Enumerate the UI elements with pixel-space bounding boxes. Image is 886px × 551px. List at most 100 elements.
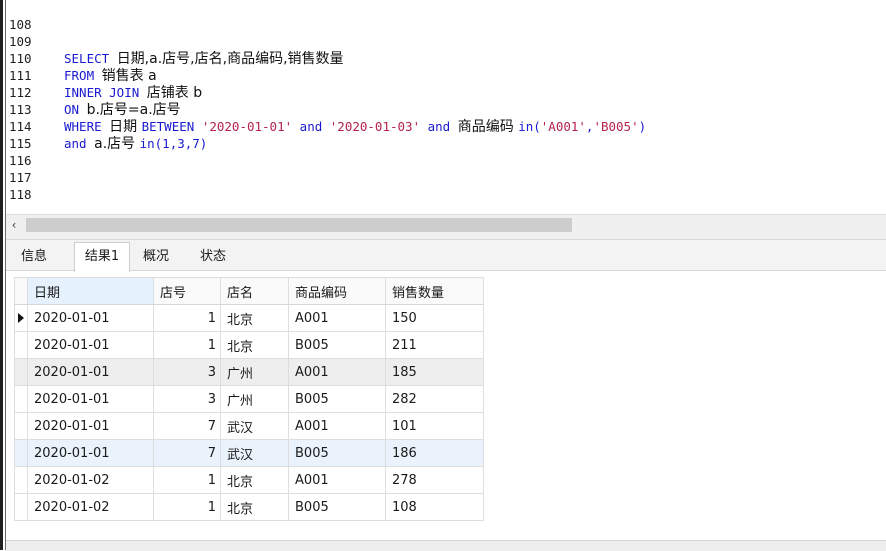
editor-line: 116 — [6, 135, 36, 168]
keyword: and — [64, 136, 95, 151]
table-row[interactable]: 2020-01-02 1 北京 B005 108 — [14, 493, 484, 521]
column-header-sales-qty[interactable]: 销售数量 — [385, 277, 484, 305]
sql-editor[interactable]: 108 109 SELECT 日期,a.店号,店名,商品编码,销售数量 110 … — [6, 0, 886, 214]
result-grid: 日期 店号 店名 商品编码 销售数量 2020-01-01 1 北京 A001 … — [14, 277, 484, 521]
keyword: INNER JOIN — [64, 85, 147, 100]
cell-date[interactable]: 2020-01-01 — [27, 439, 154, 467]
cell-store-name[interactable]: 武汉 — [220, 412, 289, 440]
code-text: INNER JOIN 店铺表 b — [64, 84, 202, 102]
keyword: and — [299, 119, 330, 134]
string-literal: '2020-01-03' — [329, 119, 428, 134]
cell-sales-qty[interactable]: 211 — [385, 331, 484, 359]
cell-sales-qty[interactable]: 186 — [385, 439, 484, 467]
keyword: BETWEEN — [141, 119, 202, 134]
editor-line: 117 — [6, 152, 36, 185]
table-row[interactable]: 2020-01-01 7 武汉 A001 101 — [14, 412, 484, 440]
cell-store-name[interactable]: 武汉 — [220, 439, 289, 467]
row-indicator — [14, 439, 28, 467]
cell-sales-qty[interactable]: 108 — [385, 493, 484, 521]
cell-store-no[interactable]: 1 — [153, 331, 221, 359]
cell-date[interactable]: 2020-01-02 — [27, 493, 154, 521]
current-row-arrow-icon — [18, 313, 24, 323]
editor-line: 114 and a.店号 in(1,3,7) — [6, 101, 207, 152]
cell-date[interactable]: 2020-01-02 — [27, 466, 154, 494]
editor-line: 115 — [6, 118, 36, 151]
column-header-date[interactable]: 日期 — [27, 277, 154, 305]
table-row[interactable]: 2020-01-01 1 北京 A001 150 — [14, 304, 484, 332]
code-text: and a.店号 in(1,3,7) — [64, 135, 207, 153]
cell-store-no[interactable]: 1 — [153, 304, 221, 332]
cell-store-name[interactable]: 广州 — [220, 385, 289, 413]
cell-date[interactable]: 2020-01-01 — [27, 331, 154, 359]
keyword: FROM — [64, 68, 102, 83]
editor-line: 118 — [6, 169, 36, 202]
cell-store-name[interactable]: 北京 — [220, 466, 289, 494]
cell-product-code[interactable]: A001 — [288, 466, 386, 494]
cell-product-code[interactable]: A001 — [288, 304, 386, 332]
cell-store-name[interactable]: 北京 — [220, 493, 289, 521]
table-row[interactable]: 2020-01-01 3 广州 B005 282 — [14, 385, 484, 413]
keyword: ) — [638, 119, 647, 134]
scrollbar-thumb[interactable] — [26, 218, 572, 232]
cell-product-code[interactable]: A001 — [288, 358, 386, 386]
editor-line: 109 SELECT 日期,a.店号,店名,商品编码,销售数量 — [6, 16, 344, 67]
row-indicator — [14, 466, 28, 494]
cell-sales-qty[interactable]: 282 — [385, 385, 484, 413]
cell-store-no[interactable]: 1 — [153, 493, 221, 521]
cell-store-name[interactable]: 广州 — [220, 358, 289, 386]
string-literal: 'B005' — [593, 119, 639, 134]
cell-store-name[interactable]: 北京 — [220, 331, 289, 359]
keyword: in( — [518, 119, 541, 134]
cell-store-no[interactable]: 7 — [153, 439, 221, 467]
cell-product-code[interactable]: B005 — [288, 493, 386, 521]
editor-line: 112 ON b.店号=a.店号 — [6, 67, 181, 118]
cell-date[interactable]: 2020-01-01 — [27, 358, 154, 386]
cell-product-code[interactable]: B005 — [288, 439, 386, 467]
code-text: SELECT 日期,a.店号,店名,商品编码,销售数量 — [64, 50, 344, 68]
cell-sales-qty[interactable]: 150 — [385, 304, 484, 332]
table-row[interactable]: 2020-01-01 1 北京 B005 211 — [14, 331, 484, 359]
cell-sales-qty[interactable]: 185 — [385, 358, 484, 386]
column-header-store-name[interactable]: 店名 — [220, 277, 289, 305]
row-indicator — [14, 412, 28, 440]
cell-product-code[interactable]: B005 — [288, 385, 386, 413]
keyword: SELECT — [64, 51, 117, 66]
cell-date[interactable]: 2020-01-01 — [27, 385, 154, 413]
cell-sales-qty[interactable]: 278 — [385, 466, 484, 494]
row-indicator — [14, 304, 28, 332]
grid-header-row: 日期 店号 店名 商品编码 销售数量 — [14, 277, 484, 305]
table-row[interactable]: 2020-01-01 7 武汉 B005 186 — [14, 439, 484, 467]
cell-product-code[interactable]: A001 — [288, 412, 386, 440]
table-row[interactable]: 2020-01-01 3 广州 A001 185 — [14, 358, 484, 386]
cell-product-code[interactable]: B005 — [288, 331, 386, 359]
horizontal-scrollbar[interactable]: ‹ — [6, 214, 886, 235]
table-row[interactable]: 2020-01-02 1 北京 A001 278 — [14, 466, 484, 494]
cell-store-name[interactable]: 北京 — [220, 304, 289, 332]
editor-line: 110 FROM 销售表 a — [6, 33, 157, 84]
cell-store-no[interactable]: 3 — [153, 385, 221, 413]
code-identifier: b.店号=a.店号 — [86, 102, 181, 118]
column-header-product-code[interactable]: 商品编码 — [288, 277, 386, 305]
code-text: FROM 销售表 a — [64, 67, 157, 85]
cell-store-no[interactable]: 3 — [153, 358, 221, 386]
cell-date[interactable]: 2020-01-01 — [27, 412, 154, 440]
cell-sales-qty[interactable]: 101 — [385, 412, 484, 440]
code-text: ON b.店号=a.店号 — [64, 101, 181, 119]
tab-overview[interactable]: 概况 — [134, 244, 178, 270]
keyword: WHERE — [64, 119, 110, 134]
code-identifier: 销售表 a — [101, 68, 157, 84]
tab-info[interactable]: 信息 — [14, 244, 54, 270]
scroll-left-icon[interactable]: ‹ — [6, 215, 22, 235]
string-literal: 'A001' — [540, 119, 586, 134]
string-literal: '2020-01-01' — [201, 119, 300, 134]
row-indicator — [14, 493, 28, 521]
tab-result1[interactable]: 结果1 — [74, 242, 130, 272]
row-indicator — [14, 358, 28, 386]
editor-line: 113 WHERE 日期 BETWEEN '2020-01-01' and '2… — [6, 84, 646, 135]
column-header-store-no[interactable]: 店号 — [153, 277, 221, 305]
keyword: ON — [64, 102, 87, 117]
cell-store-no[interactable]: 1 — [153, 466, 221, 494]
cell-date[interactable]: 2020-01-01 — [27, 304, 154, 332]
tab-status[interactable]: 状态 — [190, 244, 236, 270]
cell-store-no[interactable]: 7 — [153, 412, 221, 440]
